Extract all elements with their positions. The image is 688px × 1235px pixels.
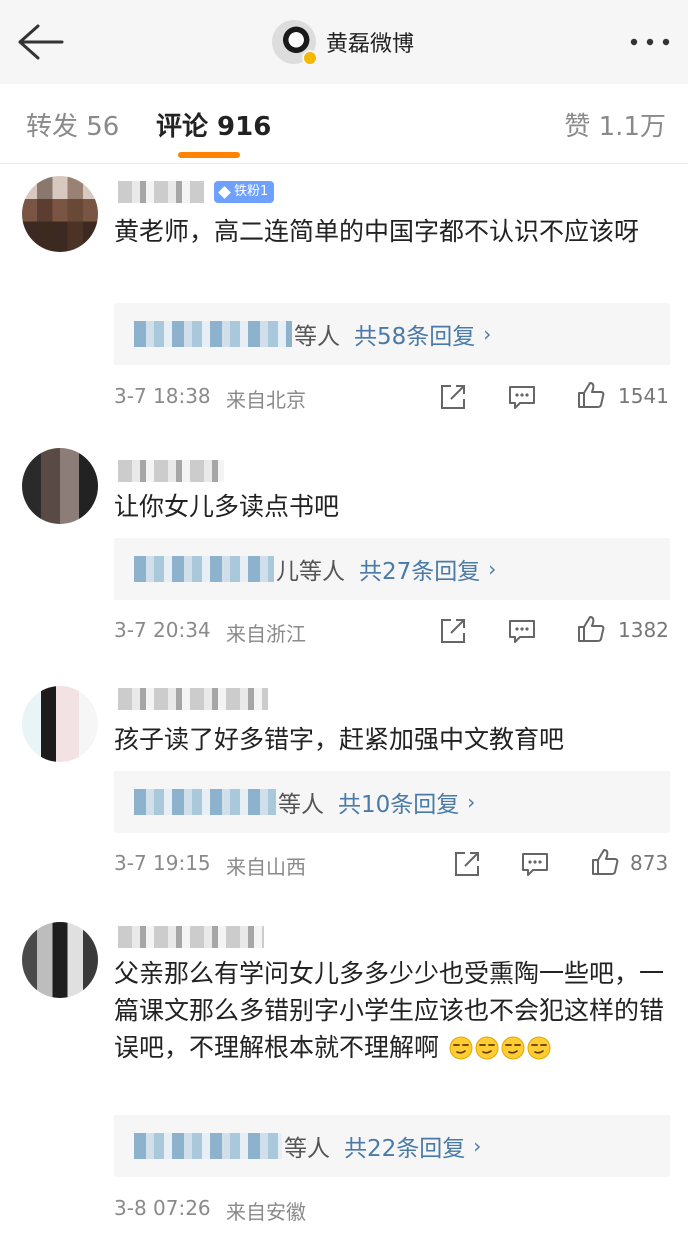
comment-location: 来自北京 <box>226 388 306 412</box>
like-icon[interactable] <box>576 380 606 410</box>
comment-text: 让你女儿多读点书吧 <box>114 492 340 521</box>
comment-location: 来自山西 <box>226 855 306 879</box>
more-icon[interactable] <box>628 28 672 56</box>
comment-text: 父亲那么有学问女儿多多少少也受熏陶一些吧，一篇课文那么多错别字小学生应该也不会犯… <box>114 959 665 1062</box>
comment-time: 3-7 19:15 <box>114 851 211 875</box>
reply-count-link[interactable]: 共22条回复 <box>344 1129 465 1163</box>
verified-badge-icon <box>302 50 318 66</box>
avatar[interactable] <box>22 686 98 762</box>
chevron-right-icon: › <box>483 322 492 346</box>
tab-bar: 转发 56 评论 916 赞 1.1万 <box>0 84 688 164</box>
back-arrow-icon[interactable] <box>14 20 66 64</box>
comment-location: 来自安徽 <box>226 1200 306 1224</box>
chevron-right-icon: › <box>467 790 476 814</box>
username-blurred[interactable] <box>118 460 224 482</box>
reply-users-blurred <box>134 556 274 582</box>
comment-time: 3-7 20:34 <box>114 618 211 642</box>
replies-preview[interactable]: 等人 共58条回复 › <box>114 303 670 365</box>
reply-count-link[interactable]: 共27条回复 <box>359 552 480 586</box>
chevron-right-icon: › <box>488 557 497 581</box>
comment-icon[interactable] <box>507 616 537 646</box>
tab-comments[interactable]: 评论 916 <box>156 106 271 143</box>
reply-users-blurred <box>134 1133 282 1159</box>
replies-preview[interactable]: 等人 共22条回复 › <box>114 1115 670 1177</box>
username-blurred[interactable] <box>118 181 204 203</box>
comment-icon[interactable] <box>520 849 550 879</box>
tab-likes[interactable]: 赞 1.1万 <box>564 106 666 143</box>
smirk-emoji-icon <box>475 1036 499 1060</box>
avatar[interactable] <box>22 176 98 252</box>
fan-badge: 铁粉1 <box>214 181 275 203</box>
avatar[interactable] <box>22 922 98 998</box>
username-blurred[interactable] <box>118 688 268 710</box>
tab-reposts[interactable]: 转发 56 <box>26 106 119 143</box>
like-count: 1382 <box>618 618 669 642</box>
avatar[interactable] <box>272 20 318 66</box>
page-title: 黄磊微博 <box>326 32 415 57</box>
replies-preview[interactable]: 等人 共10条回复 › <box>114 771 670 833</box>
username-blurred[interactable] <box>118 926 264 948</box>
like-icon[interactable] <box>590 847 620 877</box>
smirk-emoji-icon <box>449 1036 473 1060</box>
like-icon[interactable] <box>576 614 606 644</box>
reply-count-link[interactable]: 共10条回复 <box>338 785 459 819</box>
reply-users-blurred <box>134 789 276 815</box>
smirk-emoji-icon <box>501 1036 525 1060</box>
chevron-right-icon: › <box>473 1134 482 1158</box>
replies-preview[interactable]: 儿等人 共27条回复 › <box>114 538 670 600</box>
comment-text: 黄老师，高二连简单的中国字都不认识不应该呀 <box>114 217 640 246</box>
share-icon[interactable] <box>438 616 468 646</box>
smirk-emoji-icon <box>527 1036 551 1060</box>
comment-icon[interactable] <box>507 382 537 412</box>
comment-text: 孩子读了好多错字，赶紧加强中文教育吧 <box>114 725 565 754</box>
top-bar: 黄磊微博 <box>0 0 688 84</box>
avatar[interactable] <box>22 448 98 524</box>
comment-time: 3-7 18:38 <box>114 384 211 408</box>
comment-time: 3-8 07:26 <box>114 1196 211 1220</box>
account-title[interactable]: 黄磊微博 <box>272 19 415 66</box>
share-icon[interactable] <box>452 849 482 879</box>
like-count: 1541 <box>618 384 669 408</box>
reply-count-link[interactable]: 共58条回复 <box>354 317 475 351</box>
share-icon[interactable] <box>438 382 468 412</box>
like-count: 873 <box>630 851 669 875</box>
active-tab-indicator <box>178 152 240 158</box>
diamond-icon <box>218 185 231 199</box>
reply-users-blurred <box>134 321 292 347</box>
comment-location: 来自浙江 <box>226 622 306 646</box>
